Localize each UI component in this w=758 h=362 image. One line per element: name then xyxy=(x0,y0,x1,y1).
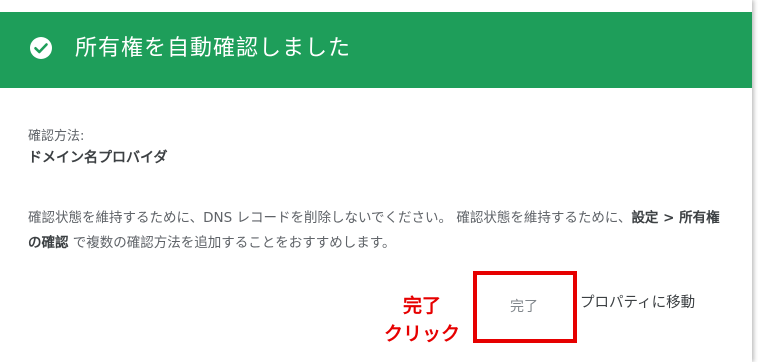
dialog-header: 所有権を自動確認しました xyxy=(0,12,752,88)
method-label: 確認方法: xyxy=(28,129,85,144)
check-circle-icon xyxy=(30,37,52,59)
body-text-part: 確認状態を維持するために、DNS レコードを削除しないでください。 確認状態を維… xyxy=(28,210,632,226)
verification-dialog: 所有権を自動確認しました 確認方法: ドメイン名プロバイダ 確認状態を維持するた… xyxy=(0,0,752,362)
go-to-property-button[interactable]: プロパティに移動 xyxy=(580,287,695,319)
annotation-line: 完了 xyxy=(402,295,441,317)
click-annotation: 完了 クリック xyxy=(383,292,461,348)
dialog-title: 所有権を自動確認しました xyxy=(75,36,352,61)
done-button[interactable]: 完了 xyxy=(480,286,568,326)
annotation-line: クリック xyxy=(383,323,460,345)
dialog-body-text: 確認状態を維持するために、DNS レコードを削除しないでください。 確認状態を維… xyxy=(28,206,728,256)
body-text-part: で複数の確認方法を追加することをおすすめします。 xyxy=(68,235,396,251)
method-value: ドメイン名プロバイダ xyxy=(28,150,168,166)
